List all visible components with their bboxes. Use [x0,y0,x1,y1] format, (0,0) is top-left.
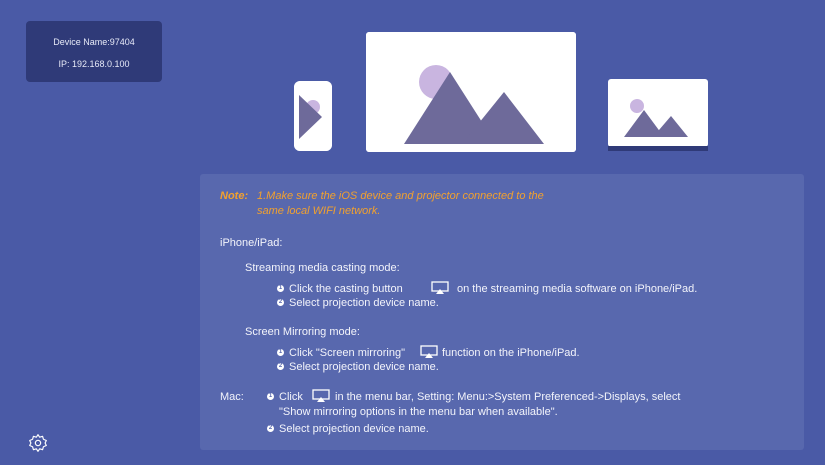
airplay-cast-icon [420,345,438,358]
mac-step1-line2: "Show mirroring options in the menu bar … [279,406,558,418]
laptop-illustration [608,79,708,151]
mirroring-title: Screen Mirroring mode: [245,326,360,338]
streaming-title: Streaming media casting mode: [245,262,400,274]
streaming-step1-post: on the streaming media software on iPhon… [457,283,698,295]
streaming-step1-pre: Click the casting button [289,283,403,295]
note-line-1: 1.Make sure the iOS device and projector… [257,190,544,202]
mac-step1-pre: Click [279,391,303,403]
phone-illustration [294,81,332,151]
airplay-cast-icon [431,281,449,294]
bullet-2: 2 [277,363,284,370]
device-info-panel: Device Name:97404 IP: 192.168.0.100 [26,21,162,82]
bullet-2: 2 [277,299,284,306]
instructions-panel: Note: 1.Make sure the iOS device and pro… [200,174,804,450]
note-line-2: same local WIFI network. [257,205,381,217]
mirroring-step1-pre: Click "Screen mirroring" [289,347,405,359]
bullet-1: 1 [277,349,284,356]
mac-step2: Select projection device name. [279,423,429,435]
bullet-2: 2 [267,425,274,432]
iphone-heading: iPhone/iPad: [220,237,283,249]
mirroring-step1-post: function on the iPhone/iPad. [442,347,580,359]
bullet-1: 1 [277,285,284,292]
tv-illustration [366,32,576,152]
note-label: Note: [220,190,249,202]
streaming-step2: Select projection device name. [289,297,439,309]
mac-label: Mac: [220,391,244,403]
mac-step1-post: in the menu bar, Setting: Menu:>System P… [335,391,681,403]
mirroring-step2: Select projection device name. [289,361,439,373]
device-name: Device Name:97404 [53,37,135,47]
bullet-1: 1 [267,393,274,400]
airplay-cast-icon [312,389,330,402]
device-ip: IP: 192.168.0.100 [58,59,130,69]
gear-icon[interactable] [28,433,48,453]
